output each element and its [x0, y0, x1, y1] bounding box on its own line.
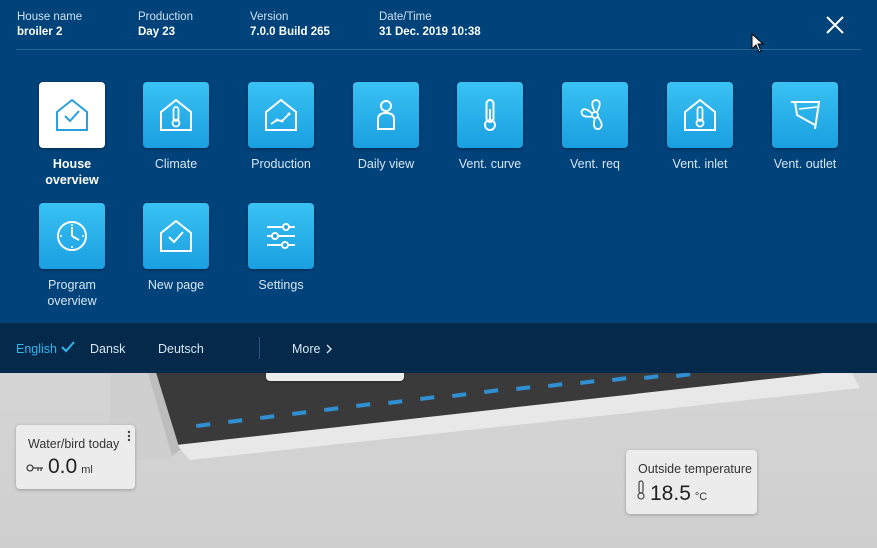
- tile-icon-box[interactable]: [248, 203, 314, 269]
- main-menu-panel: House name broiler 2 Production Day 23 V…: [0, 0, 877, 323]
- tile-icon-box[interactable]: [248, 82, 314, 148]
- language-dansk[interactable]: Dansk: [90, 342, 125, 356]
- outside-card-value: 18.5: [650, 482, 691, 505]
- tile-icon-box[interactable]: [457, 82, 523, 148]
- language-divider: [259, 337, 260, 359]
- tile-label: Vent. curve: [458, 157, 522, 171]
- house-check-icon: [56, 98, 88, 131]
- tile-label: Climate: [154, 157, 198, 171]
- house-name-info: House name broiler 2: [17, 11, 82, 38]
- language-bar: English Dansk Deutsch More: [0, 323, 877, 373]
- key-icon: [26, 464, 43, 472]
- tile-label: Daily view: [357, 157, 415, 171]
- tile-label: Vent. req: [569, 157, 621, 171]
- kebab-menu-icon[interactable]: [127, 430, 131, 442]
- version-info: Version 7.0.0 Build 265: [250, 11, 330, 38]
- outside-card-title: Outside temperature: [638, 462, 752, 476]
- tile-icon-box[interactable]: [143, 82, 209, 148]
- house-thermometer-icon: [160, 98, 192, 131]
- chevron-right-icon: [326, 344, 333, 354]
- house-name-label: House name: [17, 11, 83, 23]
- house-thermometer-icon: [684, 98, 716, 131]
- production-info: Production Day 23: [138, 11, 193, 38]
- version-value: 7.0.0 Build 265: [250, 26, 330, 38]
- menu-item-vent-req[interactable]: Vent. req: [540, 82, 650, 172]
- menu-item-climate[interactable]: Climate: [121, 82, 231, 172]
- tile-icon-box[interactable]: [143, 203, 209, 269]
- tile-icon-box[interactable]: [562, 82, 628, 148]
- outside-card-unit: °C: [694, 491, 708, 503]
- outside-temperature-card[interactable]: Outside temperature 18.5 °C: [626, 450, 757, 514]
- mouse-cursor-icon: [751, 33, 765, 53]
- tile-icon-box[interactable]: [39, 82, 105, 148]
- house-name-value: broiler 2: [17, 26, 63, 38]
- water-card-title: Water/bird today: [28, 437, 120, 451]
- info-divider: [16, 49, 861, 50]
- language-deutsch[interactable]: Deutsch: [158, 342, 204, 356]
- water-card-unit: ml: [81, 464, 93, 476]
- water-card-value: 0.0: [48, 455, 78, 478]
- menu-item-production[interactable]: Production: [226, 82, 336, 172]
- menu-item-vent-outlet[interactable]: Vent. outlet: [750, 82, 860, 172]
- tile-label: Settings: [258, 278, 304, 292]
- menu-item-settings[interactable]: Settings: [226, 203, 336, 293]
- menu-item-daily-view[interactable]: Daily view: [331, 82, 441, 172]
- more-label: More: [292, 342, 321, 356]
- production-label: Production: [138, 11, 193, 23]
- menu-item-new-page[interactable]: New page: [121, 203, 231, 293]
- house-check-icon: [160, 219, 192, 252]
- close-icon[interactable]: [822, 12, 848, 38]
- outlet-damper-icon: [791, 101, 821, 130]
- tile-icon-box[interactable]: [772, 82, 838, 148]
- version-label: Version: [250, 11, 289, 23]
- language-english[interactable]: English: [16, 342, 57, 356]
- tile-label: New page: [147, 278, 205, 292]
- tile-label: House overview: [45, 157, 99, 187]
- tile-icon-box[interactable]: [353, 82, 419, 148]
- tile-icon-box[interactable]: [39, 203, 105, 269]
- clock-icon: [57, 221, 87, 251]
- house-chart-icon: [265, 98, 297, 131]
- water-per-bird-card[interactable]: Water/bird today 0.0 ml: [16, 425, 135, 489]
- menu-item-program-overview[interactable]: Program overview: [17, 203, 127, 309]
- more-languages-button[interactable]: More: [292, 342, 333, 356]
- menu-item-vent-curve[interactable]: Vent. curve: [435, 82, 545, 172]
- tile-label: Production: [251, 157, 311, 171]
- info-bar: House name broiler 2 Production Day 23 V…: [0, 0, 877, 53]
- tile-label: Vent. outlet: [773, 157, 837, 171]
- tile-label: Vent. inlet: [672, 157, 728, 171]
- sliders-icon: [267, 223, 295, 249]
- menu-item-vent-inlet[interactable]: Vent. inlet: [645, 82, 755, 172]
- thermometer-icon: [637, 480, 645, 500]
- person-icon: [377, 100, 395, 130]
- menu-item-house-overview[interactable]: House overview: [17, 82, 127, 188]
- tile-label: Program overview: [47, 278, 97, 308]
- thermometer-icon: [484, 99, 496, 131]
- tile-icon-box[interactable]: [667, 82, 733, 148]
- datetime-label: Date/Time: [379, 11, 432, 23]
- fan-icon: [580, 99, 603, 130]
- production-value: Day 23: [138, 26, 176, 38]
- datetime-value: 31 Dec. 2019 10:38: [379, 26, 481, 38]
- check-icon: [61, 341, 75, 353]
- datetime-info: Date/Time 31 Dec. 2019 10:38: [379, 11, 481, 38]
